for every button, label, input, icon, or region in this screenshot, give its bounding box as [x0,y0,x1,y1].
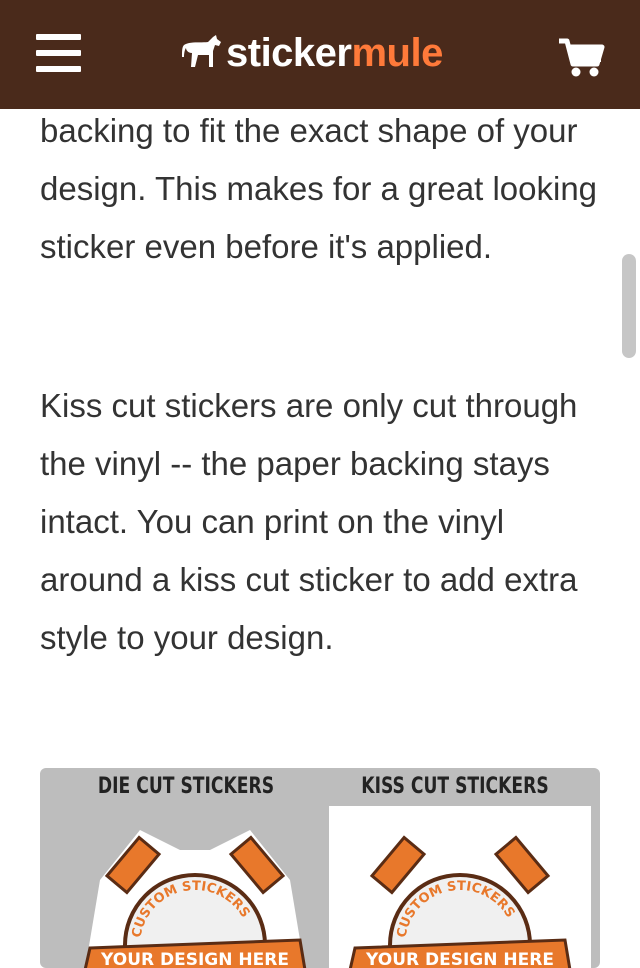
mule-icon [182,35,221,67]
stickermule-logo[interactable]: sticker mule [180,28,443,78]
cart-icon[interactable] [557,37,605,79]
kiss-cut-description: Kiss cut stickers are only cut through t… [40,387,578,656]
sticker-comparison-image: DIE CUT STICKERS KISS CUT STICKERS CUSTO… [40,768,600,968]
die-cut-sticker-badge: CUSTOM STICKERS YOUR DESIGN HERE [83,830,307,968]
scrollbar-thumb[interactable] [622,254,636,358]
die-cut-title: DIE CUT STICKERS [97,774,275,799]
brand-name-part2: mule [351,30,443,75]
kiss-cut-banner-text: YOUR DESIGN HERE [365,950,554,968]
kiss-cut-title: KISS CUT STICKERS [361,774,549,799]
die-cut-banner-text: YOUR DESIGN HERE [100,950,289,968]
hamburger-menu-icon[interactable] [36,32,82,74]
brand-name-part1: sticker [226,30,352,75]
kiss-cut-sticker-badge: CUSTOM STICKERS YOUR DESIGN HERE [348,835,572,968]
die-cut-description: backing to fit the exact shape of your d… [40,112,598,265]
top-navigation-bar: sticker mule [0,0,640,109]
